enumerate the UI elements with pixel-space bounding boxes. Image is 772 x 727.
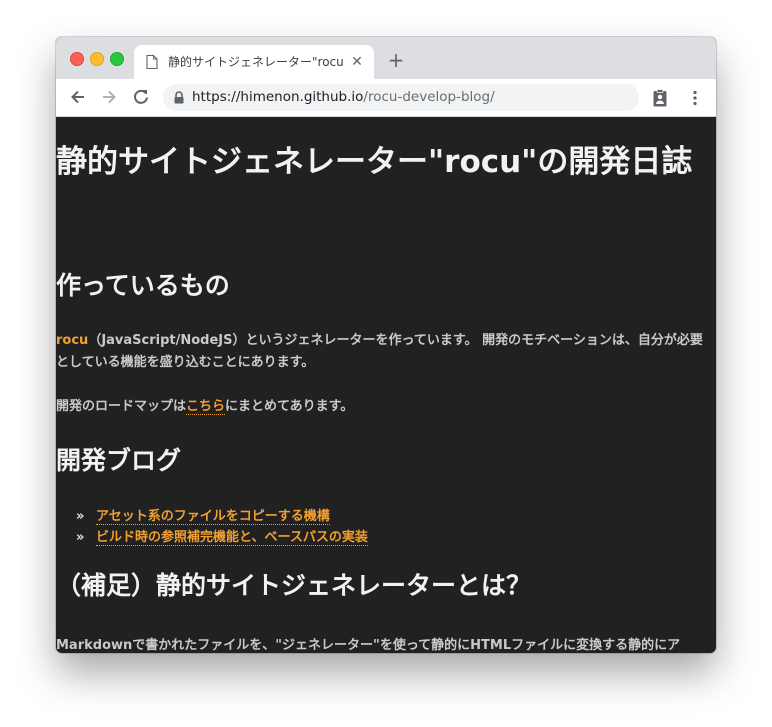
section-heading-what-im-making: 作っているもの: [56, 271, 230, 300]
roadmap-prefix: 開発のロードマップは: [56, 399, 187, 414]
address-bar[interactable]: https://himenon.github.io/rocu-develop-b…: [163, 84, 639, 111]
list-item: » アセット系のファイルをコピーする機構: [76, 506, 368, 527]
url-host: https://himenon.github.io: [192, 89, 364, 105]
tab-title: 静的サイトジェネレーター"rocu"の開発日誌: [168, 55, 344, 69]
blog-post-link[interactable]: アセット系のファイルをコピーする機構: [96, 509, 330, 525]
blog-post-link[interactable]: ビルド時の参照補完機能と、ベースパスの実装: [96, 530, 368, 546]
kebab-menu-icon[interactable]: [688, 90, 702, 106]
back-arrow-icon[interactable]: [68, 87, 88, 107]
intro-paragraph: rocu（JavaScript/NodeJS）というジェネレーターを作っています…: [56, 330, 712, 374]
page-content: 静的サイトジェネレーター"rocu"の開発日誌 作っているもの rocu（Jav…: [56, 117, 716, 653]
supplement-paragraph: Markdownで書かれたファイルを、"ジェネレーター"を使って静的にHTMLフ…: [56, 638, 681, 653]
intro-text: （JavaScript/NodeJS）というジェネレーターを作っています。 開発…: [56, 333, 703, 370]
section-heading-dev-blog: 開発ブログ: [56, 446, 182, 475]
url-text[interactable]: https://himenon.github.io/rocu-develop-b…: [192, 89, 495, 106]
reload-icon[interactable]: [131, 87, 151, 107]
lock-icon: [174, 91, 184, 104]
tab-bar: 静的サイトジェネレーター"rocu"の開発日誌 ✕ +: [56, 37, 716, 79]
roadmap-suffix: にまとめてあります。: [225, 399, 354, 414]
minimize-window-button[interactable]: [90, 52, 104, 66]
forward-arrow-icon[interactable]: [99, 87, 119, 107]
new-tab-button[interactable]: +: [386, 50, 406, 70]
tab-close-button[interactable]: ✕: [348, 53, 366, 71]
active-tab[interactable]: 静的サイトジェネレーター"rocu"の開発日誌 ✕: [134, 45, 374, 79]
bullet-marker: »: [76, 530, 85, 545]
roadmap-link[interactable]: こちら: [186, 399, 226, 415]
bullet-marker: »: [76, 509, 85, 524]
browser-toolbar: https://himenon.github.io/rocu-develop-b…: [56, 79, 716, 117]
page-title: 静的サイトジェネレーター"rocu"の開発日誌: [56, 144, 693, 180]
browser-window: 静的サイトジェネレーター"rocu"の開発日誌 ✕ + https://hime…: [56, 37, 716, 653]
maximize-window-button[interactable]: [110, 52, 124, 66]
url-path: /rocu-develop-blog/: [363, 89, 495, 105]
document-icon: [146, 55, 158, 69]
roadmap-paragraph: 開発のロードマップはこちらにまとめてあります。: [56, 396, 712, 418]
section-heading-supplement: （補足）静的サイトジェネレーターとは？: [56, 571, 532, 600]
close-window-button[interactable]: [70, 52, 84, 66]
list-item: » ビルド時の参照補完機能と、ベースパスの実装: [76, 527, 368, 548]
blog-post-list: » アセット系のファイルをコピーする機構 » ビルド時の参照補完機能と、ベースパスの…: [76, 506, 368, 548]
clipboard-person-icon[interactable]: [653, 89, 667, 107]
rocu-link[interactable]: rocu: [56, 333, 88, 348]
